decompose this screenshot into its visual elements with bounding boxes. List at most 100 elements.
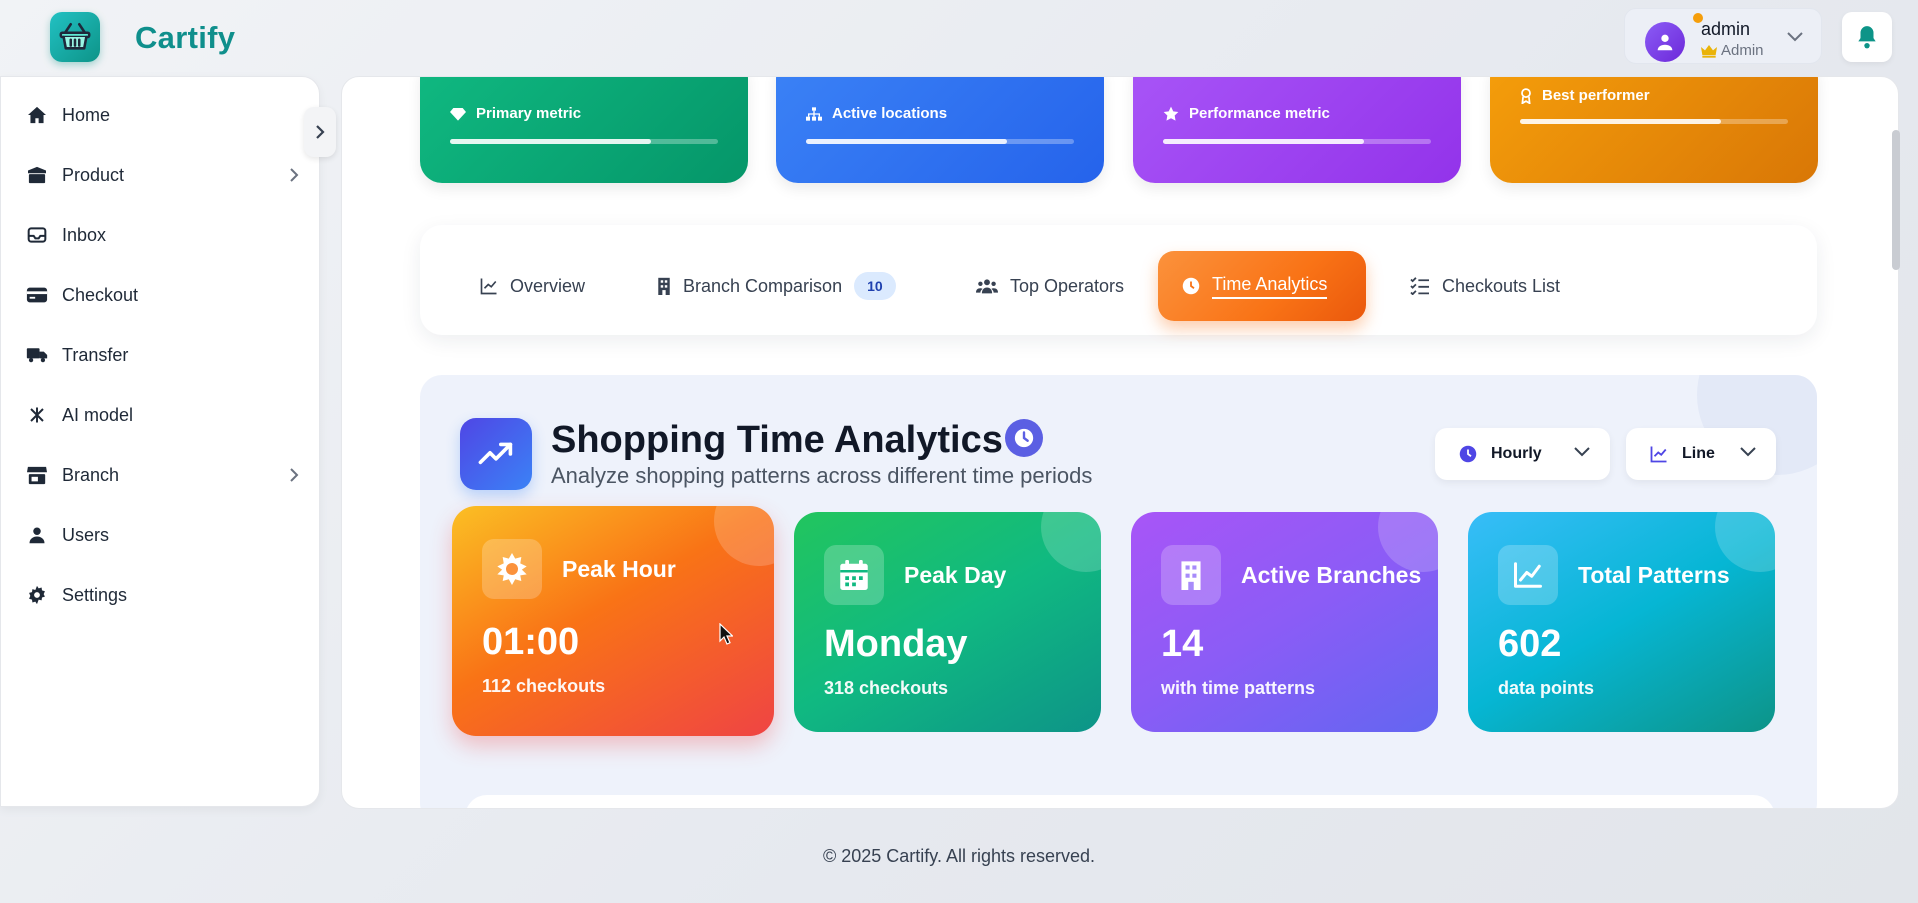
stat-title: Active Branches (1241, 562, 1422, 588)
time-analytics-section: Shopping Time Analytics Analyze shopping… (420, 375, 1817, 808)
metric-progress (1520, 119, 1788, 124)
stat-icon-box (1161, 545, 1221, 605)
tab-label: Top Operators (1010, 275, 1125, 296)
user-name: admin (1701, 19, 1751, 39)
chevron-down-icon (1787, 32, 1803, 42)
line-chart-icon (1650, 446, 1667, 463)
sidebar-item-label: Inbox (62, 224, 107, 245)
chevron-down-icon (1574, 447, 1590, 457)
users-icon (976, 279, 998, 294)
store-icon (27, 466, 47, 485)
chart-type-select-value: Line (1682, 445, 1715, 462)
chevron-right-icon (316, 125, 325, 139)
stat-icon-box (1498, 545, 1558, 605)
metric-card-locations: Active locations (776, 77, 1104, 183)
truck-icon (26, 348, 48, 363)
tab-time-analytics[interactable]: Time Analytics (1158, 251, 1366, 321)
stat-icon-box (482, 539, 542, 599)
tab-label: Overview (510, 275, 586, 296)
notifications-button[interactable] (1842, 12, 1892, 62)
stat-card-peak-hour[interactable]: Peak Hour 01:00 112 checkouts (452, 506, 774, 736)
trending-up-icon (478, 442, 513, 465)
logo[interactable] (50, 12, 100, 62)
box-icon (28, 166, 46, 184)
decoration (1041, 512, 1101, 572)
sidebar-item-ai-model[interactable]: AI model (1, 391, 321, 439)
user-menu[interactable]: admin Admin (1624, 8, 1822, 64)
calendar-icon (840, 560, 868, 590)
footer-text: © 2025 Cartify. All rights reserved. (822, 846, 1096, 866)
metric-progress (450, 139, 718, 144)
sidebar-item-home[interactable]: Home (1, 91, 321, 139)
sidebar-item-label: Branch (62, 464, 120, 485)
user-icon (1657, 34, 1673, 51)
metric-card-best: Best performer (1490, 77, 1818, 183)
sidebar-item-branch[interactable]: Branch (1, 451, 321, 499)
sidebar-item-checkout[interactable]: Checkout (1, 271, 321, 319)
chart-card (465, 795, 1775, 808)
crown-icon (1701, 44, 1717, 58)
chart-type-select[interactable]: Line (1626, 428, 1776, 480)
metric-label-row: Performance metric (1163, 105, 1330, 122)
sitemap-icon (806, 106, 822, 121)
tab-bar: Overview Branch Comparison 10 Top Operat… (420, 225, 1817, 335)
period-select-value: Hourly (1491, 445, 1542, 462)
metric-label-row: Active locations (806, 105, 947, 122)
metric-progress (1163, 139, 1431, 144)
stat-card-peak-day[interactable]: Peak Day Monday 318 checkouts (794, 512, 1101, 732)
stat-note: 318 checkouts (824, 678, 949, 698)
sidebar-item-settings[interactable]: Settings (1, 571, 321, 619)
chevron-right-icon (290, 168, 299, 182)
stat-card-total-patterns[interactable]: Total Patterns 602 data points (1468, 512, 1775, 732)
user-role: Admin (1721, 42, 1764, 59)
star-icon (1163, 106, 1179, 121)
clock-badge (1005, 419, 1043, 457)
metric-label-row: Primary metric (450, 105, 581, 122)
tab-checkouts-list[interactable]: Checkouts List (1386, 251, 1584, 321)
section-title: Shopping Time Analytics (551, 419, 1003, 461)
sidebar-item-label: Home (62, 104, 111, 125)
sidebar-item-label: AI model (62, 404, 134, 425)
trend-badge (460, 418, 532, 490)
metric-label: Best performer (1542, 87, 1650, 104)
stat-value: Monday (824, 623, 968, 665)
gear-icon (29, 585, 45, 605)
stat-value: 01:00 (482, 621, 580, 663)
sidebar-item-transfer[interactable]: Transfer (1, 331, 321, 379)
avatar (1645, 22, 1685, 62)
credit-card-icon (26, 287, 48, 303)
sidebar-item-users[interactable]: Users (1, 511, 321, 559)
tab-top-operators[interactable]: Top Operators (952, 251, 1148, 321)
building-icon (1181, 561, 1201, 590)
period-select[interactable]: Hourly (1435, 428, 1610, 480)
stat-value: 14 (1161, 623, 1204, 665)
main-panel: Primary metric Active locations Performa… (341, 76, 1899, 809)
home-icon (28, 106, 46, 124)
count-badge: 10 (854, 272, 896, 300)
sidebar-item-inbox[interactable]: Inbox (1, 211, 321, 259)
user-role-row: Admin (1701, 42, 1764, 59)
scrollbar[interactable] (1892, 130, 1900, 270)
tab-overview[interactable]: Overview (456, 251, 609, 321)
stat-card-active-branches[interactable]: Active Branches 14 with time patterns (1131, 512, 1438, 732)
clock-icon (1014, 428, 1034, 448)
sidebar-toggle-button[interactable] (304, 107, 336, 157)
metric-label: Primary metric (476, 105, 582, 122)
sidebar-item-label: Users (62, 524, 110, 545)
tab-branch-comparison[interactable]: Branch Comparison 10 (633, 251, 920, 321)
sidebar: Home Product Inbox Checkout Transfer AI … (0, 76, 320, 807)
cursor-icon (719, 623, 733, 645)
sidebar-item-product[interactable]: Product (1, 151, 321, 199)
metric-progress (806, 139, 1074, 144)
clock-icon (1182, 277, 1200, 295)
network-icon (30, 407, 44, 423)
stat-icon-box (824, 545, 884, 605)
sidebar-item-label: Transfer (62, 344, 129, 365)
tab-label: Branch Comparison (683, 275, 843, 296)
sidebar-item-label: Checkout (62, 284, 139, 305)
decoration (714, 506, 774, 566)
sidebar-item-label: Product (62, 164, 125, 185)
tab-label: Time Analytics (1212, 274, 1328, 299)
list-check-icon (1410, 277, 1429, 295)
basket-icon (59, 22, 91, 50)
